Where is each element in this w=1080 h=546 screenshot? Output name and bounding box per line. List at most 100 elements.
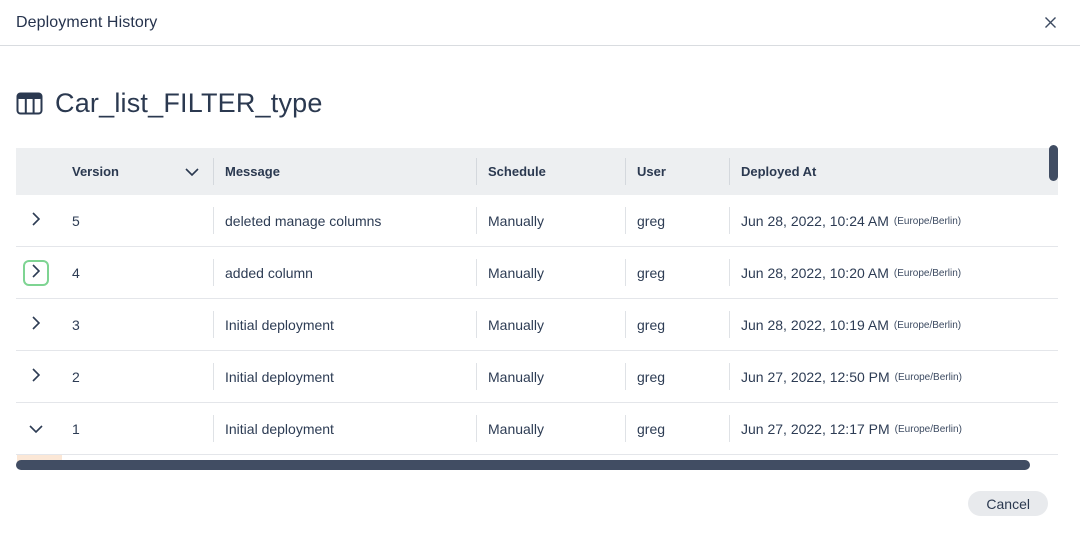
cell-deployed-at: Jun 28, 2022, 10:20 AM (Europe/Berlin)	[729, 247, 1058, 298]
cell-version: 1	[72, 420, 80, 437]
cell-schedule: Manually	[476, 351, 625, 402]
workbook-heading-row: Car_list_FILTER_type	[0, 46, 1080, 119]
column-divider	[476, 363, 477, 390]
column-header-version[interactable]: Version	[56, 148, 213, 195]
horizontal-scrollbar-track	[16, 460, 1064, 470]
cell-version: 2	[72, 368, 80, 385]
column-divider	[213, 158, 214, 185]
expand-row-button[interactable]	[25, 210, 47, 232]
cell-text: greg	[637, 420, 666, 437]
cell-deployed-at: Jun 28, 2022, 10:24 AM (Europe/Berlin)	[729, 195, 1058, 246]
cell-text: Jun 28, 2022, 10:24 AM	[741, 212, 889, 229]
cell-text: Manually	[488, 212, 545, 229]
collapse-row-button[interactable]	[25, 418, 47, 440]
column-header-user[interactable]: User	[625, 148, 729, 195]
cell-deployed-at: Jun 27, 2022, 12:50 PM (Europe/Berlin)	[729, 351, 1058, 402]
column-divider	[625, 363, 626, 390]
column-divider	[729, 415, 730, 442]
column-divider	[729, 259, 730, 286]
expand-row-button[interactable]	[25, 366, 47, 388]
column-divider	[476, 158, 477, 185]
cell-message: Initial deployment	[213, 403, 476, 454]
deployment-history-modal: Deployment History Car_list_FILTER_type …	[0, 0, 1080, 546]
expand-row-button[interactable]	[25, 314, 47, 336]
column-label: User	[637, 164, 666, 179]
row-expander-cell	[16, 247, 56, 298]
column-header-message[interactable]: Message	[213, 148, 476, 195]
chevron-down-icon[interactable]	[185, 164, 199, 179]
column-divider	[625, 259, 626, 286]
column-label: Deployed At	[741, 164, 817, 179]
vertical-scrollbar[interactable]	[1049, 145, 1058, 181]
timezone-label: (Europe/Berlin)	[893, 216, 962, 227]
cell-user: greg	[625, 195, 729, 246]
cell-message: added column	[213, 247, 476, 298]
cell-version: 5	[72, 212, 80, 229]
cell-deployed-at: Jun 28, 2022, 10:19 AM (Europe/Berlin)	[729, 299, 1058, 350]
cell-text: Initial deployment	[225, 368, 334, 385]
cell-text: deleted manage columns	[225, 212, 382, 229]
column-divider	[625, 311, 626, 338]
cell-text: greg	[637, 212, 666, 229]
table-row: 5 deleted manage columns Manually greg J…	[16, 195, 1058, 247]
table-header-row: Version Message Schedule User Deployed A…	[16, 145, 1058, 195]
table-icon	[16, 92, 43, 115]
table-row: 4 added column Manually greg Jun 28, 202…	[16, 247, 1058, 299]
cell-text: Manually	[488, 368, 545, 385]
cell-text: Manually	[488, 316, 545, 333]
row-expander-cell	[16, 299, 56, 350]
timezone-label: (Europe/Berlin)	[893, 268, 962, 279]
cell-user: greg	[625, 351, 729, 402]
cell-version: 3	[72, 316, 80, 333]
cell-text: Jun 28, 2022, 10:20 AM	[741, 264, 889, 281]
column-divider	[213, 259, 214, 286]
deployment-table: Version Message Schedule User Deployed A…	[16, 145, 1066, 470]
column-label: Version	[72, 164, 119, 179]
timezone-label: (Europe/Berlin)	[893, 320, 962, 331]
cell-user: greg	[625, 247, 729, 298]
cell-text: Initial deployment	[225, 420, 334, 437]
cell-text: greg	[637, 264, 666, 281]
cell-text: Manually	[488, 264, 545, 281]
cell-deployed-at: Jun 27, 2022, 12:17 PM (Europe/Berlin)	[729, 403, 1058, 454]
column-header-deployed-at[interactable]: Deployed At	[729, 148, 1058, 195]
row-expander-cell	[16, 195, 56, 246]
expander-header-cell	[16, 148, 56, 195]
column-label: Message	[225, 164, 280, 179]
close-button[interactable]	[1038, 11, 1062, 35]
cell-user: greg	[625, 299, 729, 350]
cell-text: Initial deployment	[225, 316, 334, 333]
table-row: 1 Initial deployment Manually greg Jun 2…	[16, 403, 1058, 455]
cell-schedule: Manually	[476, 195, 625, 246]
column-divider	[476, 259, 477, 286]
column-divider	[729, 363, 730, 390]
cell-text: Jun 27, 2022, 12:50 PM	[741, 368, 890, 385]
cell-text: greg	[637, 368, 666, 385]
cancel-button[interactable]: Cancel	[968, 491, 1048, 516]
modal-title: Deployment History	[16, 13, 158, 31]
cell-schedule: Manually	[476, 247, 625, 298]
expand-row-button[interactable]	[25, 262, 47, 284]
page-title: Car_list_FILTER_type	[55, 88, 323, 118]
column-divider	[729, 311, 730, 338]
cell-text: Jun 27, 2022, 12:17 PM	[741, 420, 890, 437]
cell-schedule: Manually	[476, 403, 625, 454]
chevron-down-icon	[29, 421, 43, 436]
chevron-right-icon	[32, 368, 41, 385]
chevron-right-icon	[32, 316, 41, 333]
modal-titlebar: Deployment History	[0, 0, 1080, 46]
column-divider	[625, 158, 626, 185]
column-header-schedule[interactable]: Schedule	[476, 148, 625, 195]
row-expander-cell	[16, 403, 56, 454]
column-divider	[729, 158, 730, 185]
cell-message: deleted manage columns	[213, 195, 476, 246]
horizontal-scrollbar[interactable]	[16, 460, 1030, 470]
column-divider	[476, 415, 477, 442]
timezone-label: (Europe/Berlin)	[894, 424, 962, 435]
cell-version: 4	[72, 264, 80, 281]
table-row: 2 Initial deployment Manually greg Jun 2…	[16, 351, 1058, 403]
column-divider	[213, 311, 214, 338]
cell-text: Manually	[488, 420, 545, 437]
timezone-label: (Europe/Berlin)	[894, 372, 962, 383]
column-divider	[476, 311, 477, 338]
